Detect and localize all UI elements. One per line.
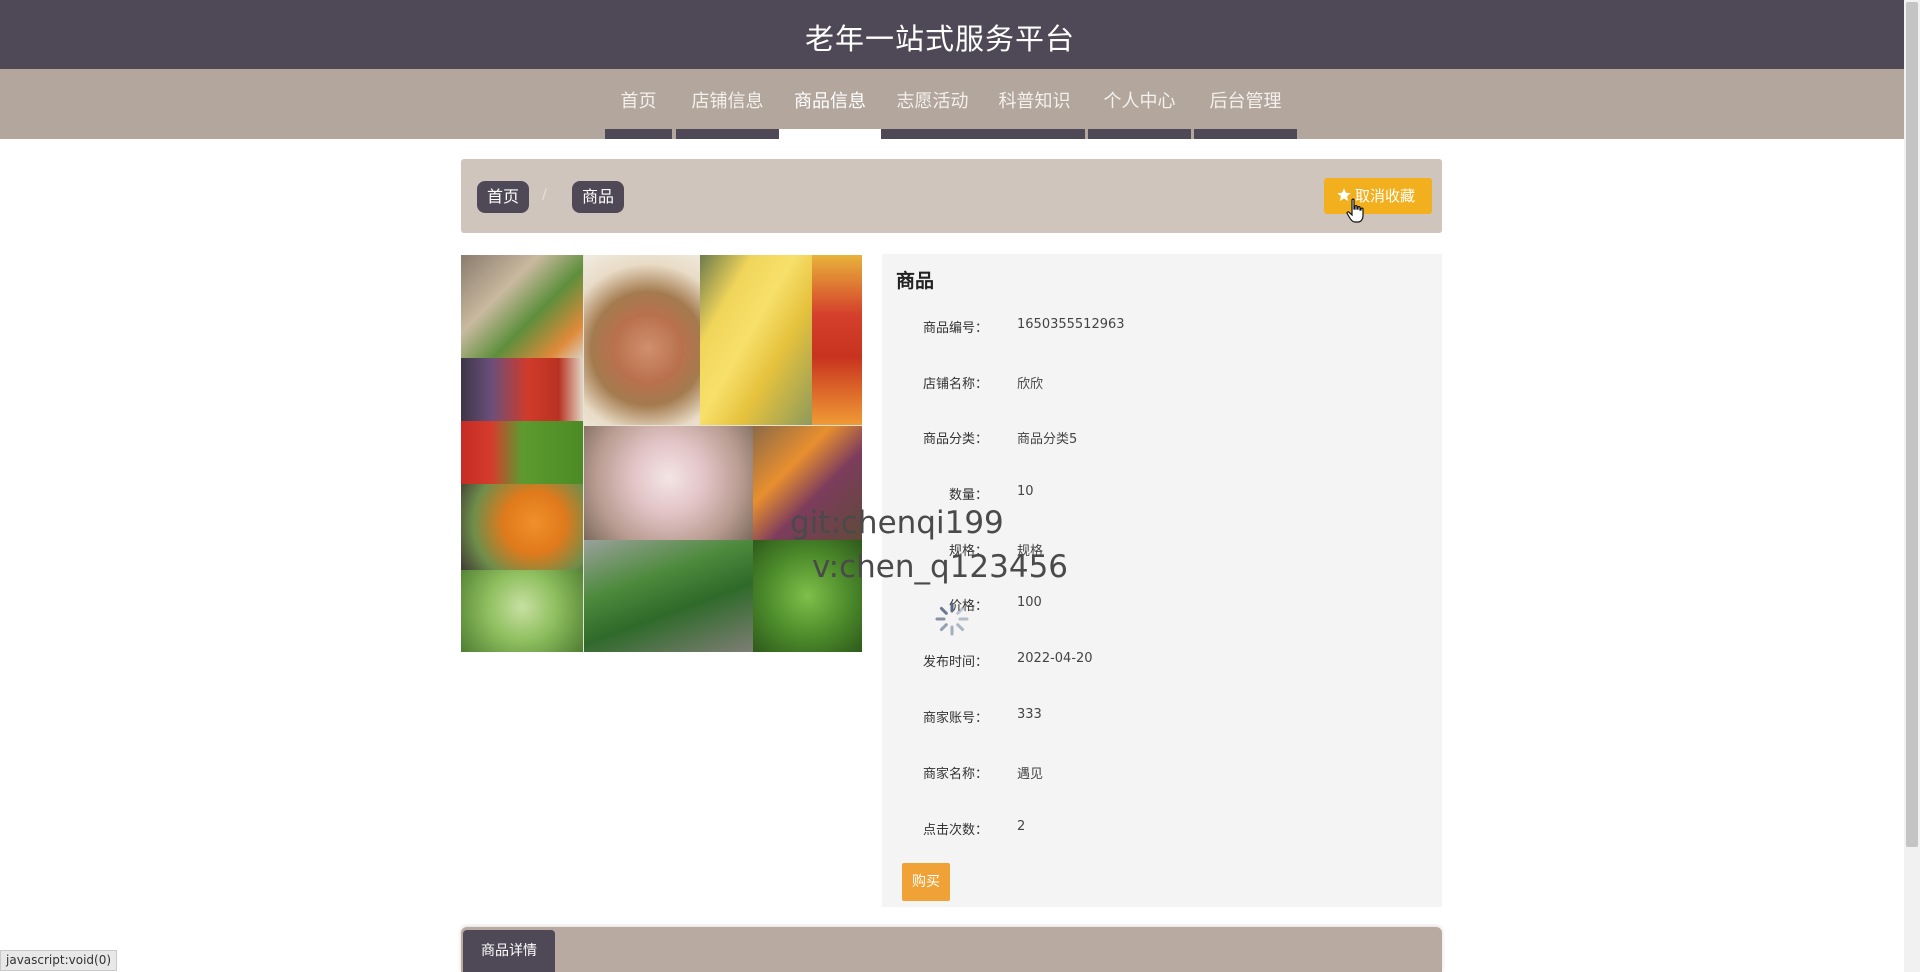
nav-item-label: 科普知识 [998, 91, 1071, 112]
field-value: 100 [1017, 595, 1042, 610]
browser-status-bar: javascript:void(0) [0, 950, 118, 971]
nav-item-label: 商品信息 [794, 91, 866, 112]
nav-item-underline [676, 129, 779, 139]
field-label: 店铺名称： [922, 377, 988, 392]
page-scrollbar-thumb[interactable] [1906, 2, 1918, 847]
nav-item-underline [1088, 129, 1191, 139]
field-publish-time: 发布时间： 2022-04-20 [882, 651, 1442, 671]
field-value: 2022-04-20 [1017, 651, 1093, 666]
nav-item-label: 店铺信息 [691, 91, 764, 112]
main-nav: 首页 店铺信息 商品信息 志愿活动 科普知识 个人中心 后台管理 [0, 69, 1904, 139]
nav-item-science[interactable]: 科普知识 [984, 69, 1085, 139]
nav-item-underline [984, 129, 1085, 139]
field-label: 发布时间： [922, 655, 988, 670]
nav-item-profile[interactable]: 个人中心 [1088, 69, 1191, 139]
product-title: 商品 [896, 270, 935, 292]
field-label: 点击次数： [922, 823, 988, 838]
buy-button[interactable]: 购买 [902, 863, 950, 901]
detail-tabs: 商品详情 [461, 927, 1442, 972]
field-value: 商品分类5 [1017, 432, 1078, 447]
nav-item-label: 后台管理 [1209, 91, 1282, 112]
field-quantity: 数量： 10 [882, 484, 1442, 504]
field-category: 商品分类： 商品分类5 [882, 428, 1442, 448]
field-value: 1650355512963 [1017, 317, 1125, 332]
field-value: 10 [1017, 484, 1034, 499]
watermark-line2: v:chen_q123456 [812, 549, 1069, 585]
field-product-no: 商品编号： 1650355512963 [882, 317, 1442, 337]
nav-item-label: 个人中心 [1103, 91, 1176, 112]
nav-item-volunteer[interactable]: 志愿活动 [881, 69, 984, 139]
field-label: 商品分类： [922, 432, 988, 447]
field-value: 欣欣 [1017, 377, 1044, 392]
breadcrumb-separator: / [542, 187, 547, 203]
nav-item-admin[interactable]: 后台管理 [1194, 69, 1297, 139]
nav-item-underline [1194, 129, 1297, 139]
breadcrumb-home[interactable]: 首页 [477, 181, 530, 213]
field-value: 2 [1017, 819, 1026, 834]
site-title: 老年一站式服务平台 [804, 22, 1075, 56]
site-header: 老年一站式服务平台 [0, 0, 1904, 69]
field-value: 遇见 [1017, 767, 1044, 782]
nav-item-shop-info[interactable]: 店铺信息 [676, 69, 779, 139]
nav-item-underline [605, 129, 672, 139]
watermark-line1: git:chenqi199 [790, 505, 1004, 541]
field-label: 数量： [948, 488, 988, 503]
loading-spinner-icon [935, 602, 969, 636]
hand-cursor-icon [1346, 198, 1364, 223]
breadcrumb: 首页 / 商品 取消收藏 [461, 159, 1442, 233]
unfavorite-button[interactable]: 取消收藏 [1324, 178, 1432, 214]
field-label: 商家账号： [922, 711, 988, 726]
field-click-count: 点击次数： 2 [882, 819, 1442, 839]
field-label: 商品编号： [922, 321, 988, 336]
product-image [461, 255, 862, 652]
field-shop-name: 店铺名称： 欣欣 [882, 373, 1442, 393]
nav-item-product-info[interactable]: 商品信息 [779, 69, 881, 139]
nav-item-label: 志愿活动 [896, 91, 969, 112]
field-label: 商家名称： [922, 767, 988, 782]
field-value: 333 [1017, 707, 1042, 722]
breadcrumb-product[interactable]: 商品 [572, 181, 625, 213]
nav-item-label: 首页 [620, 91, 657, 112]
field-merchant-account: 商家账号： 333 [882, 707, 1442, 727]
nav-item-underline [881, 129, 984, 139]
field-merchant-name: 商家名称： 遇见 [882, 763, 1442, 783]
tab-product-details[interactable]: 商品详情 [463, 930, 555, 972]
nav-item-active-indicator [779, 129, 881, 139]
nav-item-home[interactable]: 首页 [605, 69, 672, 139]
